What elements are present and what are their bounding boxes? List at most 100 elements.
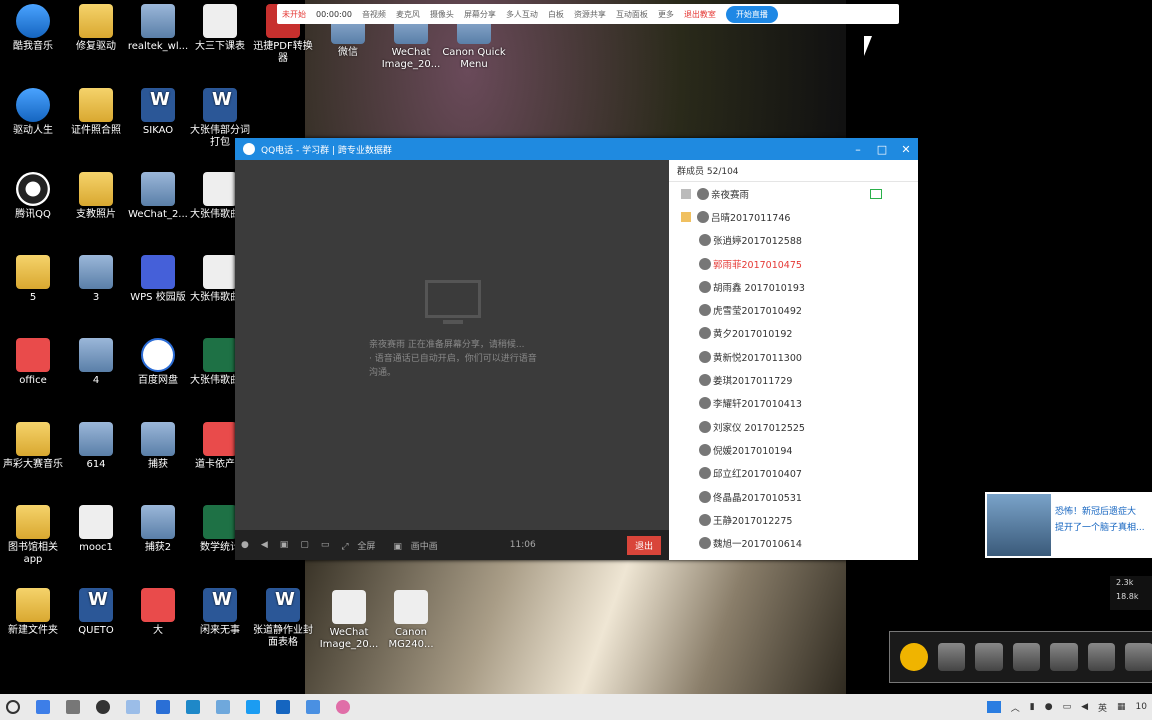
network-icon[interactable]: ▭ (1063, 702, 1072, 712)
tray-app-icon-2[interactable] (975, 643, 1003, 671)
fullscreen-button[interactable]: ⤢ 全屏 (341, 539, 381, 552)
desktop-icon[interactable]: 支教照片 (63, 172, 129, 221)
tray-app-icon-3[interactable] (1012, 643, 1041, 671)
avatar (699, 304, 711, 317)
toolbar-item-more[interactable]: 更多 (658, 9, 674, 20)
taskbar-app-5[interactable] (156, 700, 170, 714)
volume-icon[interactable]: ◀ (1081, 702, 1088, 712)
maximize-icon[interactable]: □ (870, 143, 894, 156)
member-row[interactable]: 刘家仪 2017012525 (669, 415, 918, 438)
taskbar-app-8[interactable] (246, 700, 260, 714)
desktop-icon[interactable]: SIKAO (125, 88, 191, 137)
taskbar-extra-icon[interactable]: ▦ (1117, 702, 1126, 712)
tray-app-badge-icon[interactable] (986, 701, 1001, 713)
start-button-icon[interactable] (6, 700, 20, 714)
minimize-icon[interactable]: – (846, 143, 870, 156)
folder-icon (16, 422, 50, 456)
desktop-icon[interactable]: WeChat_2... (125, 172, 191, 221)
toolbar-item-screen-share[interactable]: 屏幕分享 (464, 9, 496, 20)
taskbar-app-7[interactable] (216, 700, 230, 714)
whiteboard-icon[interactable]: ▭ (321, 540, 330, 550)
member-row[interactable]: 邱立红2017010407 (669, 462, 918, 485)
member-row[interactable]: 姜琪2017011729 (669, 368, 918, 391)
desktop-icon[interactable]: Canon MG240... (378, 590, 444, 651)
member-row[interactable]: 魏旭一2017010614 (669, 531, 918, 554)
member-row[interactable]: 黄夕2017010192 (669, 322, 918, 345)
tray-app-icon-6[interactable] (1125, 643, 1152, 671)
taskbar-app-11[interactable] (336, 700, 350, 714)
desktop-icon[interactable]: QUETO (63, 588, 129, 637)
desktop-icon[interactable]: 图书馆相关app (0, 505, 66, 566)
member-row[interactable]: 佟晶晶2017010531 (669, 485, 918, 508)
qq-window-titlebar[interactable]: QQ电话 - 学习群 | 跨专业数据群 – □ ✕ (235, 138, 918, 160)
wifi-icon[interactable] (900, 643, 928, 671)
screen-share-icon[interactable]: ▢ (300, 540, 309, 550)
taskbar-app-1[interactable] (36, 700, 50, 714)
desktop-icon[interactable]: 捕获2 (125, 505, 191, 554)
start-live-button[interactable]: 开始直播 (725, 5, 778, 23)
camera-off-icon[interactable]: ▣ (280, 540, 289, 550)
desktop-icon[interactable]: office (0, 338, 66, 387)
desktop-icon[interactable]: WPS 校园版 (125, 255, 191, 304)
mic-tray-icon[interactable]: ▮ (1030, 702, 1035, 712)
desktop-icon[interactable]: 声彩大赛音乐 (0, 422, 66, 471)
taskbar-app-10[interactable] (306, 700, 320, 714)
toolbar-item-whiteboard[interactable]: 白板 (548, 9, 564, 20)
toolbar-item-camera[interactable]: 摄像头 (430, 9, 454, 20)
input-language[interactable]: 英 (1098, 701, 1107, 714)
desktop-icon[interactable]: 捕获 (125, 422, 191, 471)
desktop-icon[interactable]: 大 (125, 588, 191, 637)
taskbar-app-6[interactable] (186, 700, 200, 714)
member-row[interactable]: 张逍婷2017012588 (669, 229, 918, 252)
tray-app-icon-5[interactable] (1087, 643, 1116, 671)
user-tray-icon[interactable]: ● (1045, 702, 1053, 712)
toolbar-item-panel[interactable]: 互动面板 (616, 9, 648, 20)
tray-app-icon-4[interactable] (1050, 643, 1078, 671)
member-row[interactable]: 郭雨菲2017010475 (669, 252, 918, 275)
tray-app-icon-1[interactable] (937, 643, 966, 671)
chevron-up-icon[interactable]: ︿ (1011, 701, 1020, 714)
clock[interactable]: 10 (1136, 702, 1147, 712)
member-row[interactable]: 王静2017012275 (669, 508, 918, 531)
news-popup[interactable]: 恐怖！新冠后遗症大 提开了一个脑子真相... (985, 492, 1152, 558)
taskbar-app-2[interactable] (66, 700, 80, 714)
desktop-icon[interactable]: 3 (63, 255, 129, 304)
toolbar-item-mic[interactable]: 麦克风 (396, 9, 420, 20)
member-row[interactable]: 黄新悦2017011300 (669, 345, 918, 368)
toolbar-item-interact[interactable]: 多人互动 (506, 9, 538, 20)
mic-icon[interactable]: ● (241, 540, 249, 550)
desktop-icon[interactable]: 闲来无事 (187, 588, 253, 637)
desktop-icon[interactable]: realtek_wl... (125, 4, 191, 53)
member-row[interactable]: 吕晴2017011746 (669, 205, 918, 228)
desktop-icon[interactable]: 驱动人生 (0, 88, 66, 137)
desktop-icon[interactable]: 证件照合照 (63, 88, 129, 137)
exit-call-button[interactable]: 退出 (626, 535, 661, 555)
desktop-icon[interactable]: 4 (63, 338, 129, 387)
toolbar-item-resources[interactable]: 资源共享 (574, 9, 606, 20)
member-row[interactable]: 亲夜赛雨 (669, 182, 918, 205)
member-row[interactable]: 胡雨鑫 2017010193 (669, 275, 918, 298)
taskbar-app-9[interactable] (276, 700, 290, 714)
speaker-icon[interactable]: ◀ (261, 540, 268, 550)
desktop-icon-label: 捕获2 (144, 542, 172, 553)
pip-button[interactable]: ▣ 画中画 (393, 539, 443, 552)
desktop-icon[interactable]: 修复驱动 (63, 4, 129, 53)
desktop-icon[interactable]: 614 (63, 422, 129, 471)
close-icon[interactable]: ✕ (894, 143, 918, 156)
desktop-icon[interactable]: mooc1 (63, 505, 129, 554)
exit-class-button[interactable]: 退出教室 (684, 9, 716, 20)
member-row[interactable]: 李耀轩2017010413 (669, 392, 918, 415)
desktop-icon[interactable]: 酷我音乐 (0, 4, 66, 53)
desktop-icon[interactable]: 大三下课表 (187, 4, 253, 53)
desktop-icon[interactable]: 5 (0, 255, 66, 304)
desktop-icon[interactable]: WeChat Image_20... (316, 590, 382, 651)
taskbar-app-3[interactable] (96, 700, 110, 714)
member-row[interactable]: 倪媛2017010194 (669, 438, 918, 461)
desktop-icon[interactable]: 新建文件夹 (0, 588, 66, 637)
member-row[interactable]: 虎雪莹2017010492 (669, 298, 918, 321)
toolbar-item-audio[interactable]: 音视频 (362, 9, 386, 20)
taskbar-app-4[interactable] (126, 700, 140, 714)
desktop-icon[interactable]: 张道静作业封面表格 (250, 588, 316, 649)
desktop-icon[interactable]: 百度网盘 (125, 338, 191, 387)
desktop-icon[interactable]: 腾讯QQ (0, 172, 66, 221)
